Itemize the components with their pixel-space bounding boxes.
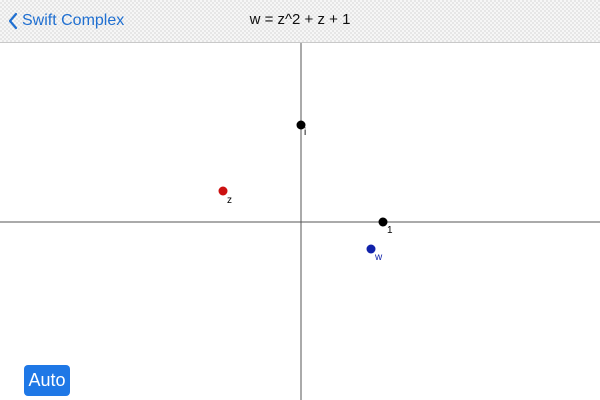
complex-plane[interactable]: i 1 z w [0, 43, 600, 400]
point-z-label: z [227, 195, 232, 206]
point-one-label: 1 [387, 225, 393, 236]
point-one[interactable]: 1 [378, 217, 394, 237]
navigation-bar: Swift Complex w = z^2 + z + 1 [0, 0, 600, 43]
auto-button[interactable]: Auto [24, 365, 70, 396]
point-i-label: i [304, 127, 306, 138]
point-w[interactable]: w [366, 244, 384, 264]
point-w-label: w [374, 252, 383, 263]
point-z[interactable]: z [218, 186, 233, 207]
page-title: w = z^2 + z + 1 [249, 11, 351, 28]
app-window: Swift Complex w = z^2 + z + 1 i 1 z w Au… [0, 0, 600, 400]
